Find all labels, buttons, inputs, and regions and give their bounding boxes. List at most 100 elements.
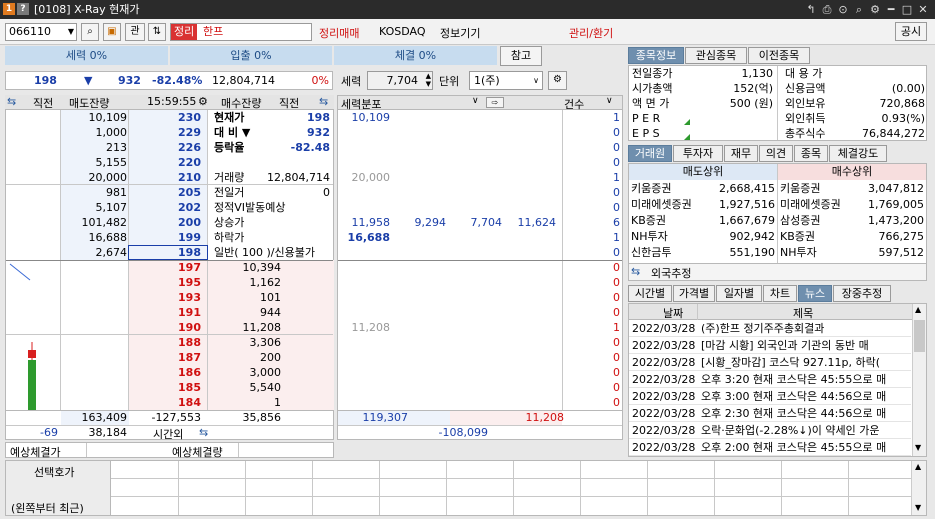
gear-icon[interactable]: ⚙ bbox=[867, 2, 883, 17]
help-icon[interactable]: ? bbox=[17, 3, 29, 15]
sell-price[interactable]: 202 bbox=[129, 200, 201, 215]
info-value bbox=[246, 155, 330, 170]
watch-button[interactable]: 관 bbox=[125, 23, 145, 41]
distribution-header: 세력분포 ∨ ⇨ 건수 ∨ bbox=[337, 95, 623, 111]
settings-button[interactable]: ⚙ bbox=[548, 71, 567, 90]
scroll-down-icon[interactable]: ▼ bbox=[915, 443, 921, 452]
broker-sell-name[interactable]: 키움증권 bbox=[631, 181, 709, 197]
news-item[interactable]: 2022/03/28 (주)한프 정기주주총회결과 bbox=[629, 321, 911, 337]
transfer-button[interactable]: ⇅ bbox=[148, 23, 166, 41]
forward-icon[interactable]: ⇨ bbox=[486, 97, 504, 108]
minimize-button[interactable]: ━ bbox=[883, 2, 899, 17]
broker-buy-name[interactable]: 미래에셋증권 bbox=[780, 197, 858, 213]
grid-divider bbox=[781, 461, 782, 515]
tab-broker-5[interactable]: 체결강도 bbox=[829, 145, 887, 162]
broker-buy-name[interactable]: NH투자 bbox=[780, 245, 858, 261]
sell-price[interactable]: 198 bbox=[129, 245, 201, 260]
seryeok-value-stepper[interactable]: 7,704 ▲ ▼ bbox=[367, 71, 433, 90]
dist-value: 11,624 bbox=[517, 216, 557, 229]
bottom-scrollbar[interactable]: ▲ ▼ bbox=[911, 461, 926, 515]
sell-price[interactable]: 226 bbox=[129, 140, 201, 155]
buy-price[interactable]: 188 bbox=[129, 335, 201, 350]
news-item[interactable]: 2022/03/28 [시황_장마감] 코스닥 927.11p, 하락( bbox=[629, 355, 911, 371]
sell-price[interactable]: 205 bbox=[129, 185, 201, 200]
news-item[interactable]: 2022/03/28 오후 3:00 현재 코스닥은 44:56으로 매 bbox=[629, 389, 911, 405]
unit-select[interactable]: 1(주) ∨ bbox=[469, 71, 543, 90]
window-controls: ↰ ⎙ ⊙ ⌕ ⚙ ━ □ ✕ bbox=[803, 2, 931, 17]
sell-price[interactable]: 220 bbox=[129, 155, 201, 170]
tab-news-1[interactable]: 가격별 bbox=[673, 285, 715, 302]
broker-buy-name[interactable]: 키움증권 bbox=[780, 181, 858, 197]
sell-qty: 981 bbox=[106, 186, 127, 199]
sell-price[interactable]: 199 bbox=[129, 230, 201, 245]
sell-price[interactable]: 200 bbox=[129, 215, 201, 230]
scroll-up-icon[interactable]: ▲ bbox=[915, 305, 921, 314]
swap-icon[interactable]: ⇆ bbox=[199, 426, 208, 439]
stock-name-field[interactable]: 정리 한프 bbox=[170, 23, 312, 41]
stock-code-input[interactable]: 066110 ▼ bbox=[5, 23, 77, 41]
tab-broker-3[interactable]: 의견 bbox=[759, 145, 793, 162]
buy-price[interactable]: 190 bbox=[129, 320, 201, 335]
selected-quotes-label: 선택호가 bbox=[34, 466, 75, 479]
scroll-down-icon[interactable]: ▼ bbox=[915, 503, 921, 512]
news-item[interactable]: 2022/03/28 [마감 시황] 외국인과 기관의 동반 매 bbox=[629, 338, 911, 354]
scroll-thumb[interactable] bbox=[914, 320, 925, 352]
tab-news-3[interactable]: 차트 bbox=[763, 285, 797, 302]
news-item[interactable]: 2022/03/28 오락·문화업(-2.28%↓)이 약세인 가운 bbox=[629, 423, 911, 439]
sell-price[interactable]: 229 bbox=[129, 125, 201, 140]
tab-news-0[interactable]: 시간별 bbox=[628, 285, 672, 302]
chevron-down-icon[interactable]: ∨ bbox=[606, 96, 613, 106]
tab-broker-0[interactable]: 거래원 bbox=[628, 145, 672, 162]
buy-price[interactable]: 186 bbox=[129, 365, 201, 380]
tab-broker-2[interactable]: 재무 bbox=[724, 145, 758, 162]
tab-stockinfo-2[interactable]: 이전종목 bbox=[748, 47, 810, 64]
swap-icon[interactable]: ⇆ bbox=[319, 95, 328, 108]
capture-icon[interactable]: ⊙ bbox=[835, 2, 851, 17]
stepper-icon[interactable]: ▲ ▼ bbox=[426, 72, 431, 88]
swap-icon[interactable]: ⇆ bbox=[631, 265, 640, 278]
disclosure-button[interactable]: 공시 bbox=[895, 22, 927, 41]
chevron-down-icon[interactable]: ∨ bbox=[472, 96, 479, 106]
buy-price[interactable]: 195 bbox=[129, 275, 201, 290]
broker-sell-name[interactable]: KB증권 bbox=[631, 213, 709, 229]
search-button[interactable]: ⌕ bbox=[81, 23, 99, 41]
buy-price[interactable]: 193 bbox=[129, 290, 201, 305]
sell-price[interactable]: 210 bbox=[129, 170, 201, 185]
broker-buy-name[interactable]: 삼성증권 bbox=[780, 213, 858, 229]
tab-news-4[interactable]: 뉴스 bbox=[798, 285, 832, 302]
tab-stockinfo-0[interactable]: 종목정보 bbox=[628, 47, 684, 64]
buy-price[interactable]: 187 bbox=[129, 350, 201, 365]
search-icon[interactable]: ⌕ bbox=[851, 2, 867, 17]
chevron-down-icon[interactable]: ▼ bbox=[68, 24, 74, 40]
print-icon[interactable]: ⎙ bbox=[819, 2, 835, 17]
tab-broker-4[interactable]: 종목 bbox=[794, 145, 828, 162]
buy-price[interactable]: 197 bbox=[129, 260, 201, 275]
header-right-dir: 직전 bbox=[279, 97, 300, 110]
buy-price[interactable]: 184 bbox=[129, 395, 201, 410]
news-scrollbar[interactable]: ▲ ▼ bbox=[912, 304, 926, 456]
scroll-up-icon[interactable]: ▲ bbox=[915, 462, 921, 471]
sell-price[interactable]: 230 bbox=[129, 110, 201, 125]
tab-news-5[interactable]: 장중추정 bbox=[833, 285, 891, 302]
swap-icon[interactable]: ⇆ bbox=[7, 95, 16, 108]
tab-broker-1[interactable]: 투자자 bbox=[673, 145, 723, 162]
maximize-button[interactable]: □ bbox=[899, 2, 915, 17]
tab-news-2[interactable]: 일자별 bbox=[716, 285, 762, 302]
chevron-down-icon[interactable]: ∨ bbox=[533, 72, 539, 89]
buy-price[interactable]: 185 bbox=[129, 380, 201, 395]
broker-sell-name[interactable]: 미래에셋증권 bbox=[631, 197, 709, 213]
news-item[interactable]: 2022/03/28 오후 2:00 현재 코스닥은 45:55으로 매 bbox=[629, 440, 911, 456]
dist-value bbox=[338, 335, 390, 350]
reference-button[interactable]: 참고 bbox=[500, 46, 542, 66]
gear-icon[interactable]: ⚙ bbox=[198, 95, 208, 108]
tab-stockinfo-1[interactable]: 관심종목 bbox=[685, 47, 747, 64]
link-icon[interactable]: ↰ bbox=[803, 2, 819, 17]
news-item[interactable]: 2022/03/28 오후 3:20 현재 코스닥은 45:55으로 매 bbox=[629, 372, 911, 388]
close-button[interactable]: ✕ bbox=[915, 2, 931, 17]
broker-sell-name[interactable]: NH투자 bbox=[631, 229, 709, 245]
broker-sell-name[interactable]: 신한금투 bbox=[631, 245, 709, 261]
broker-buy-name[interactable]: KB증권 bbox=[780, 229, 858, 245]
folder-button[interactable]: ▣ bbox=[103, 23, 121, 41]
buy-price[interactable]: 191 bbox=[129, 305, 201, 320]
news-item[interactable]: 2022/03/28 오후 2:30 현재 코스닥은 44:56으로 매 bbox=[629, 406, 911, 422]
